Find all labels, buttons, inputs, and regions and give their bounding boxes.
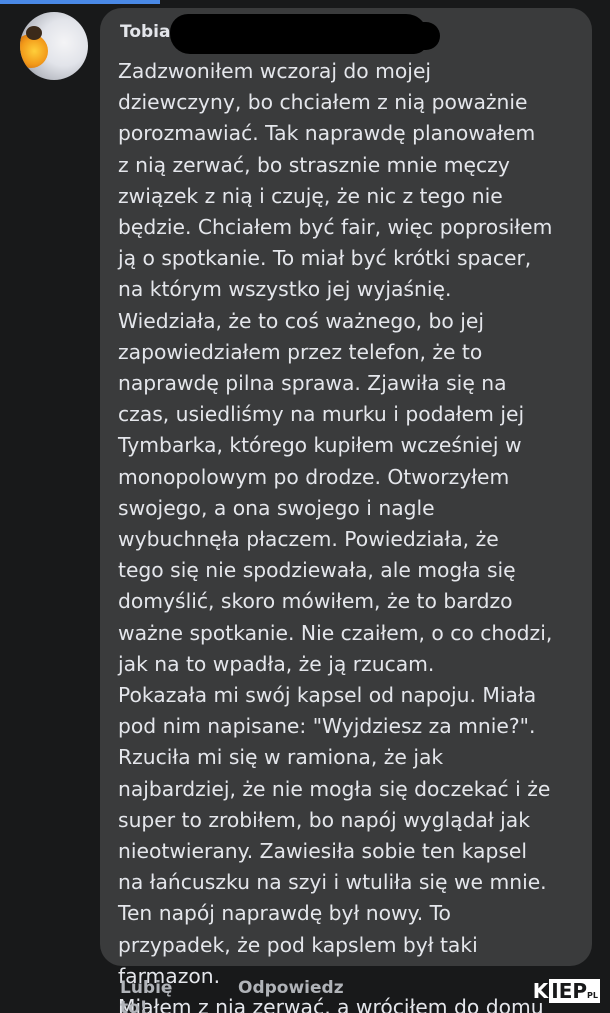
comment-line: pod nim napisane: "Wyjdziesz za mnie?". xyxy=(118,714,536,739)
comment-line: farmazon. xyxy=(118,963,221,988)
like-button[interactable]: Lubię to! xyxy=(120,978,172,1013)
comment-line: na którym wszystko jej wyjaśnię. xyxy=(118,277,452,302)
comment-line: Rzuciła mi się w ramiona, że jak xyxy=(118,745,444,770)
comment-line: Miałem z nią zerwać, a wróciłem do domu xyxy=(118,995,544,1013)
comment-line: wybuchnęła płaczem. Powiedziała, że xyxy=(118,527,499,552)
comment-line: naprawdę pilna sprawa. Zjawiła się na xyxy=(118,371,507,396)
watermark-text: IEP xyxy=(551,979,588,1003)
comment-line: porozmawiać. Tak naprawdę planowałem xyxy=(118,121,536,146)
comment-line: dziewczyny, bo chciałem z nią poważnie xyxy=(118,90,528,115)
top-accent-bar xyxy=(0,0,160,4)
comment-line: czas, usiedliśmy na murku i podałem jej xyxy=(118,402,525,427)
comment-line: Tymbarka, którego kupiłem wcześniej w xyxy=(118,433,522,458)
comment-line: super to zrobiłem, bo napój wyglądał jak xyxy=(118,807,530,832)
watermark-box: IEP PL xyxy=(549,979,600,1003)
comment-line: zapowiedziałem przez telefon, że to xyxy=(118,339,483,364)
avatar[interactable] xyxy=(20,12,88,80)
comment-line: nieotwierany. Zawiesiła sobie ten kapsel xyxy=(118,839,528,864)
comment-line: swojego, a ona swojego i nagle xyxy=(118,495,435,520)
comment-line: na łańcuszku na szyi i wtuliła się we mn… xyxy=(118,870,547,895)
comment-thread: Tobias. Zadzwoniłem wczoraj do mojej dzie… xyxy=(0,0,610,1013)
comment-line: Zadzwoniłem wczoraj do mojej xyxy=(118,59,432,83)
comment-line: ważne spotkanie. Nie czaiłem, o co chodz… xyxy=(118,620,553,645)
comment-line: najbardziej, że nie mogła się doczekać i… xyxy=(118,776,551,801)
comment-line: domyślić, skoro mówiłem, że to bardzo xyxy=(118,589,513,614)
watermark-suffix: PL xyxy=(587,991,598,1000)
kiep-watermark-logo: K IEP PL xyxy=(533,979,600,1003)
avatar-image-detail xyxy=(26,26,42,40)
comment-line: z nią zerwać, bo strasznie mnie męczy xyxy=(118,152,510,177)
comment-line: związek z nią i czuję, że nic z tego nie xyxy=(118,183,503,208)
watermark-letter: K xyxy=(532,979,549,1003)
comment-line: przypadek, że pod kapslem był taki xyxy=(118,932,478,957)
comment-line: ją o spotkanie. To miał być krótki space… xyxy=(118,246,532,271)
comment-line: jak na to wpadła, że ją rzucam. xyxy=(118,651,435,676)
comment-bubble: Tobias. Zadzwoniłem wczoraj do mojej dzie… xyxy=(100,8,592,1013)
comment-line: Ten napój naprawdę był nowy. To xyxy=(118,901,451,926)
comment-line: Pokazała mi swój kapsel od napoju. Miała xyxy=(118,683,537,708)
redaction-mark xyxy=(350,22,440,50)
comment-line: będzie. Chciałem być fair, więc poprosił… xyxy=(118,215,553,240)
comment-line: monopolowym po drodze. Otworzyłem xyxy=(118,464,510,489)
reply-button[interactable]: Odpowiedz xyxy=(238,978,344,998)
comment-line: tego się nie spodziewała, ale mogła się xyxy=(118,558,516,583)
comment-line: Wiedziała, że to coś ważnego, bo jej xyxy=(118,308,484,333)
comment-text: Zadzwoniłem wczoraj do mojej dziewczyny, … xyxy=(118,56,588,1013)
